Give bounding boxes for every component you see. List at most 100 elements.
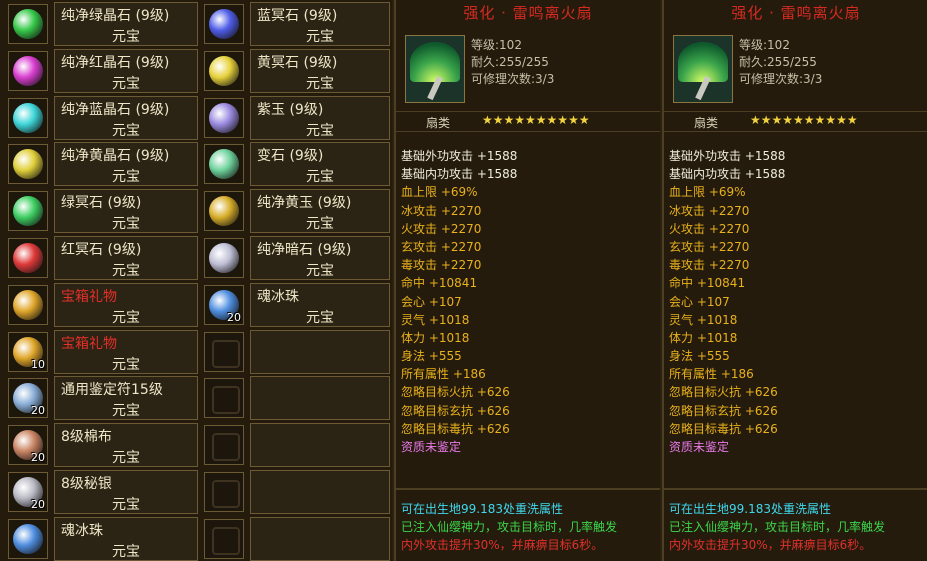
empty-item-slot[interactable] bbox=[202, 329, 390, 374]
stat-row: 忽略目标毒抗 +626 bbox=[401, 420, 517, 438]
item-slot[interactable]: 纯净绿晶石 (9级) 元宝 bbox=[6, 2, 198, 46]
stat-row: 火攻击 +2270 bbox=[401, 220, 517, 238]
stat-label: 灵气 bbox=[669, 312, 694, 327]
stat-label: 忽略目标玄抗 bbox=[669, 403, 742, 418]
item-icon bbox=[8, 144, 48, 185]
reroll-hint: 可在出生地99.183处重洗属性 bbox=[401, 502, 563, 516]
stat-value: +626 bbox=[476, 403, 510, 418]
item-slot[interactable]: 蓝冥石 (9级) 元宝 bbox=[202, 2, 390, 46]
stat-row: 会心 +107 bbox=[669, 293, 785, 311]
stat-row: 身法 +555 bbox=[669, 347, 785, 365]
item-slot[interactable]: 黄冥石 (9级) 元宝 bbox=[202, 48, 390, 93]
item-icon: 20 bbox=[8, 472, 48, 512]
gem-icon bbox=[13, 55, 43, 86]
item-currency: 元宝 bbox=[306, 75, 334, 92]
item-slot[interactable]: 宝箱礼物 元宝 bbox=[6, 282, 198, 327]
item-label-box: 纯净黄玉 (9级) 元宝 bbox=[250, 189, 390, 234]
stat-value: +1018 bbox=[428, 330, 470, 345]
item-icon bbox=[204, 191, 244, 232]
stat-value: +69% bbox=[440, 185, 478, 200]
stat-label: 忽略目标毒抗 bbox=[669, 421, 742, 436]
stat-value: +186 bbox=[720, 367, 754, 382]
stat-value: +1588 bbox=[744, 167, 786, 182]
stat-label: 会心 bbox=[401, 294, 426, 309]
item-name: 8级秘银 bbox=[61, 476, 112, 492]
stat-row: 所有属性 +186 bbox=[401, 365, 517, 383]
fan-weapon-icon bbox=[673, 35, 733, 103]
item-slot[interactable]: 20 8级棉布 元宝 bbox=[6, 423, 198, 468]
stat-row: 命中 +10841 bbox=[669, 274, 785, 292]
item-name: 通用鉴定符15级 bbox=[61, 382, 163, 399]
stat-label: 基础外功攻击 bbox=[401, 149, 474, 163]
stat-row: 基础内功攻击 +1588 bbox=[669, 165, 785, 183]
item-slot[interactable]: 10 宝箱礼物 元宝 bbox=[6, 329, 198, 374]
item-name: 宝箱礼物 bbox=[61, 335, 117, 352]
empty-label-box bbox=[250, 423, 390, 468]
item-currency: 元宝 bbox=[112, 450, 140, 467]
stat-value: +626 bbox=[744, 421, 778, 436]
item-slot[interactable]: 绿冥石 (9级) 元宝 bbox=[6, 189, 198, 234]
stat-value: +1588 bbox=[744, 149, 786, 163]
stat-label: 基础内功攻击 bbox=[669, 167, 742, 182]
empty-item-slot[interactable] bbox=[202, 376, 390, 421]
gem-icon bbox=[209, 55, 239, 86]
item-name: 绿冥石 (9级) bbox=[61, 195, 142, 212]
item-label-box: 8级棉布 元宝 bbox=[54, 423, 198, 468]
item-slot[interactable]: 纯净黄晶石 (9级) 元宝 bbox=[6, 142, 198, 187]
item-slot[interactable]: 魂冰珠 元宝 bbox=[6, 516, 198, 561]
item-slot[interactable]: 紫玉 (9级) 元宝 bbox=[202, 95, 390, 140]
stat-label: 资质未鉴定 bbox=[401, 440, 462, 454]
item-slot[interactable]: 变石 (9级) 元宝 bbox=[202, 142, 390, 187]
item-slot[interactable]: 纯净红晶石 (9级) 元宝 bbox=[6, 48, 198, 93]
item-icon bbox=[8, 191, 48, 232]
empty-item-slot[interactable] bbox=[202, 516, 390, 561]
stat-value: +10841 bbox=[696, 276, 746, 291]
item-currency: 元宝 bbox=[112, 75, 140, 92]
item-label-box: 通用鉴定符15级 元宝 bbox=[54, 376, 198, 421]
item-slot[interactable]: 20 魂冰珠 元宝 bbox=[202, 282, 390, 327]
item-icon bbox=[8, 97, 48, 138]
empty-slot-icon bbox=[204, 378, 244, 419]
empty-item-slot[interactable] bbox=[202, 470, 390, 514]
stat-row: 玄攻击 +2270 bbox=[401, 238, 517, 256]
gem-icon bbox=[13, 243, 43, 273]
item-slot[interactable]: 红冥石 (9级) 元宝 bbox=[6, 236, 198, 280]
stat-value: +626 bbox=[744, 385, 778, 400]
empty-label-box bbox=[250, 376, 390, 421]
gem-icon bbox=[13, 289, 43, 320]
item-durability: 耐久:255/255 bbox=[739, 55, 817, 69]
gem-icon bbox=[209, 196, 239, 227]
stat-row: 血上限 +69% bbox=[401, 183, 517, 201]
stat-value: +1588 bbox=[476, 149, 518, 163]
item-slot[interactable]: 20 通用鉴定符15级 元宝 bbox=[6, 376, 198, 421]
item-slot[interactable]: 纯净暗石 (9级) 元宝 bbox=[202, 236, 390, 280]
item-level: 等级:102 bbox=[739, 38, 790, 52]
item-icon bbox=[8, 284, 48, 325]
stat-label: 血上限 bbox=[401, 185, 438, 200]
stat-row: 忽略目标玄抗 +626 bbox=[669, 402, 785, 420]
item-count: 20 bbox=[227, 310, 241, 324]
stat-label: 体力 bbox=[401, 330, 426, 345]
stat-row: 火攻击 +2270 bbox=[669, 220, 785, 238]
effect-line-2: 内外攻击提升30%，并麻痹目标6秒。 bbox=[401, 538, 604, 552]
empty-item-slot[interactable] bbox=[202, 423, 390, 468]
item-label-box: 红冥石 (9级) 元宝 bbox=[54, 236, 198, 280]
stat-row: 身法 +555 bbox=[401, 347, 517, 365]
effect-line-1: 已注入仙缨神力，攻击目标时，几率触发 bbox=[669, 520, 886, 534]
item-currency: 元宝 bbox=[306, 309, 334, 326]
item-type: 扇类 bbox=[694, 116, 719, 130]
item-slot[interactable]: 纯净黄玉 (9级) 元宝 bbox=[202, 189, 390, 234]
item-slot[interactable]: 纯净蓝晶石 (9级) 元宝 bbox=[6, 95, 198, 140]
item-currency: 元宝 bbox=[112, 216, 140, 233]
stat-label: 资质未鉴定 bbox=[669, 440, 730, 454]
item-durability: 耐久:255/255 bbox=[471, 55, 549, 69]
gem-icon bbox=[13, 523, 43, 554]
stat-value: +1588 bbox=[476, 167, 518, 182]
gem-icon bbox=[209, 243, 239, 273]
item-level: 等级:102 bbox=[471, 38, 522, 52]
item-slot[interactable]: 20 8级秘银 元宝 bbox=[6, 470, 198, 514]
item-name: 蓝冥石 (9级) bbox=[257, 8, 338, 24]
fan-weapon-icon bbox=[405, 35, 465, 103]
item-currency: 元宝 bbox=[306, 263, 334, 279]
item-currency: 元宝 bbox=[306, 169, 334, 186]
